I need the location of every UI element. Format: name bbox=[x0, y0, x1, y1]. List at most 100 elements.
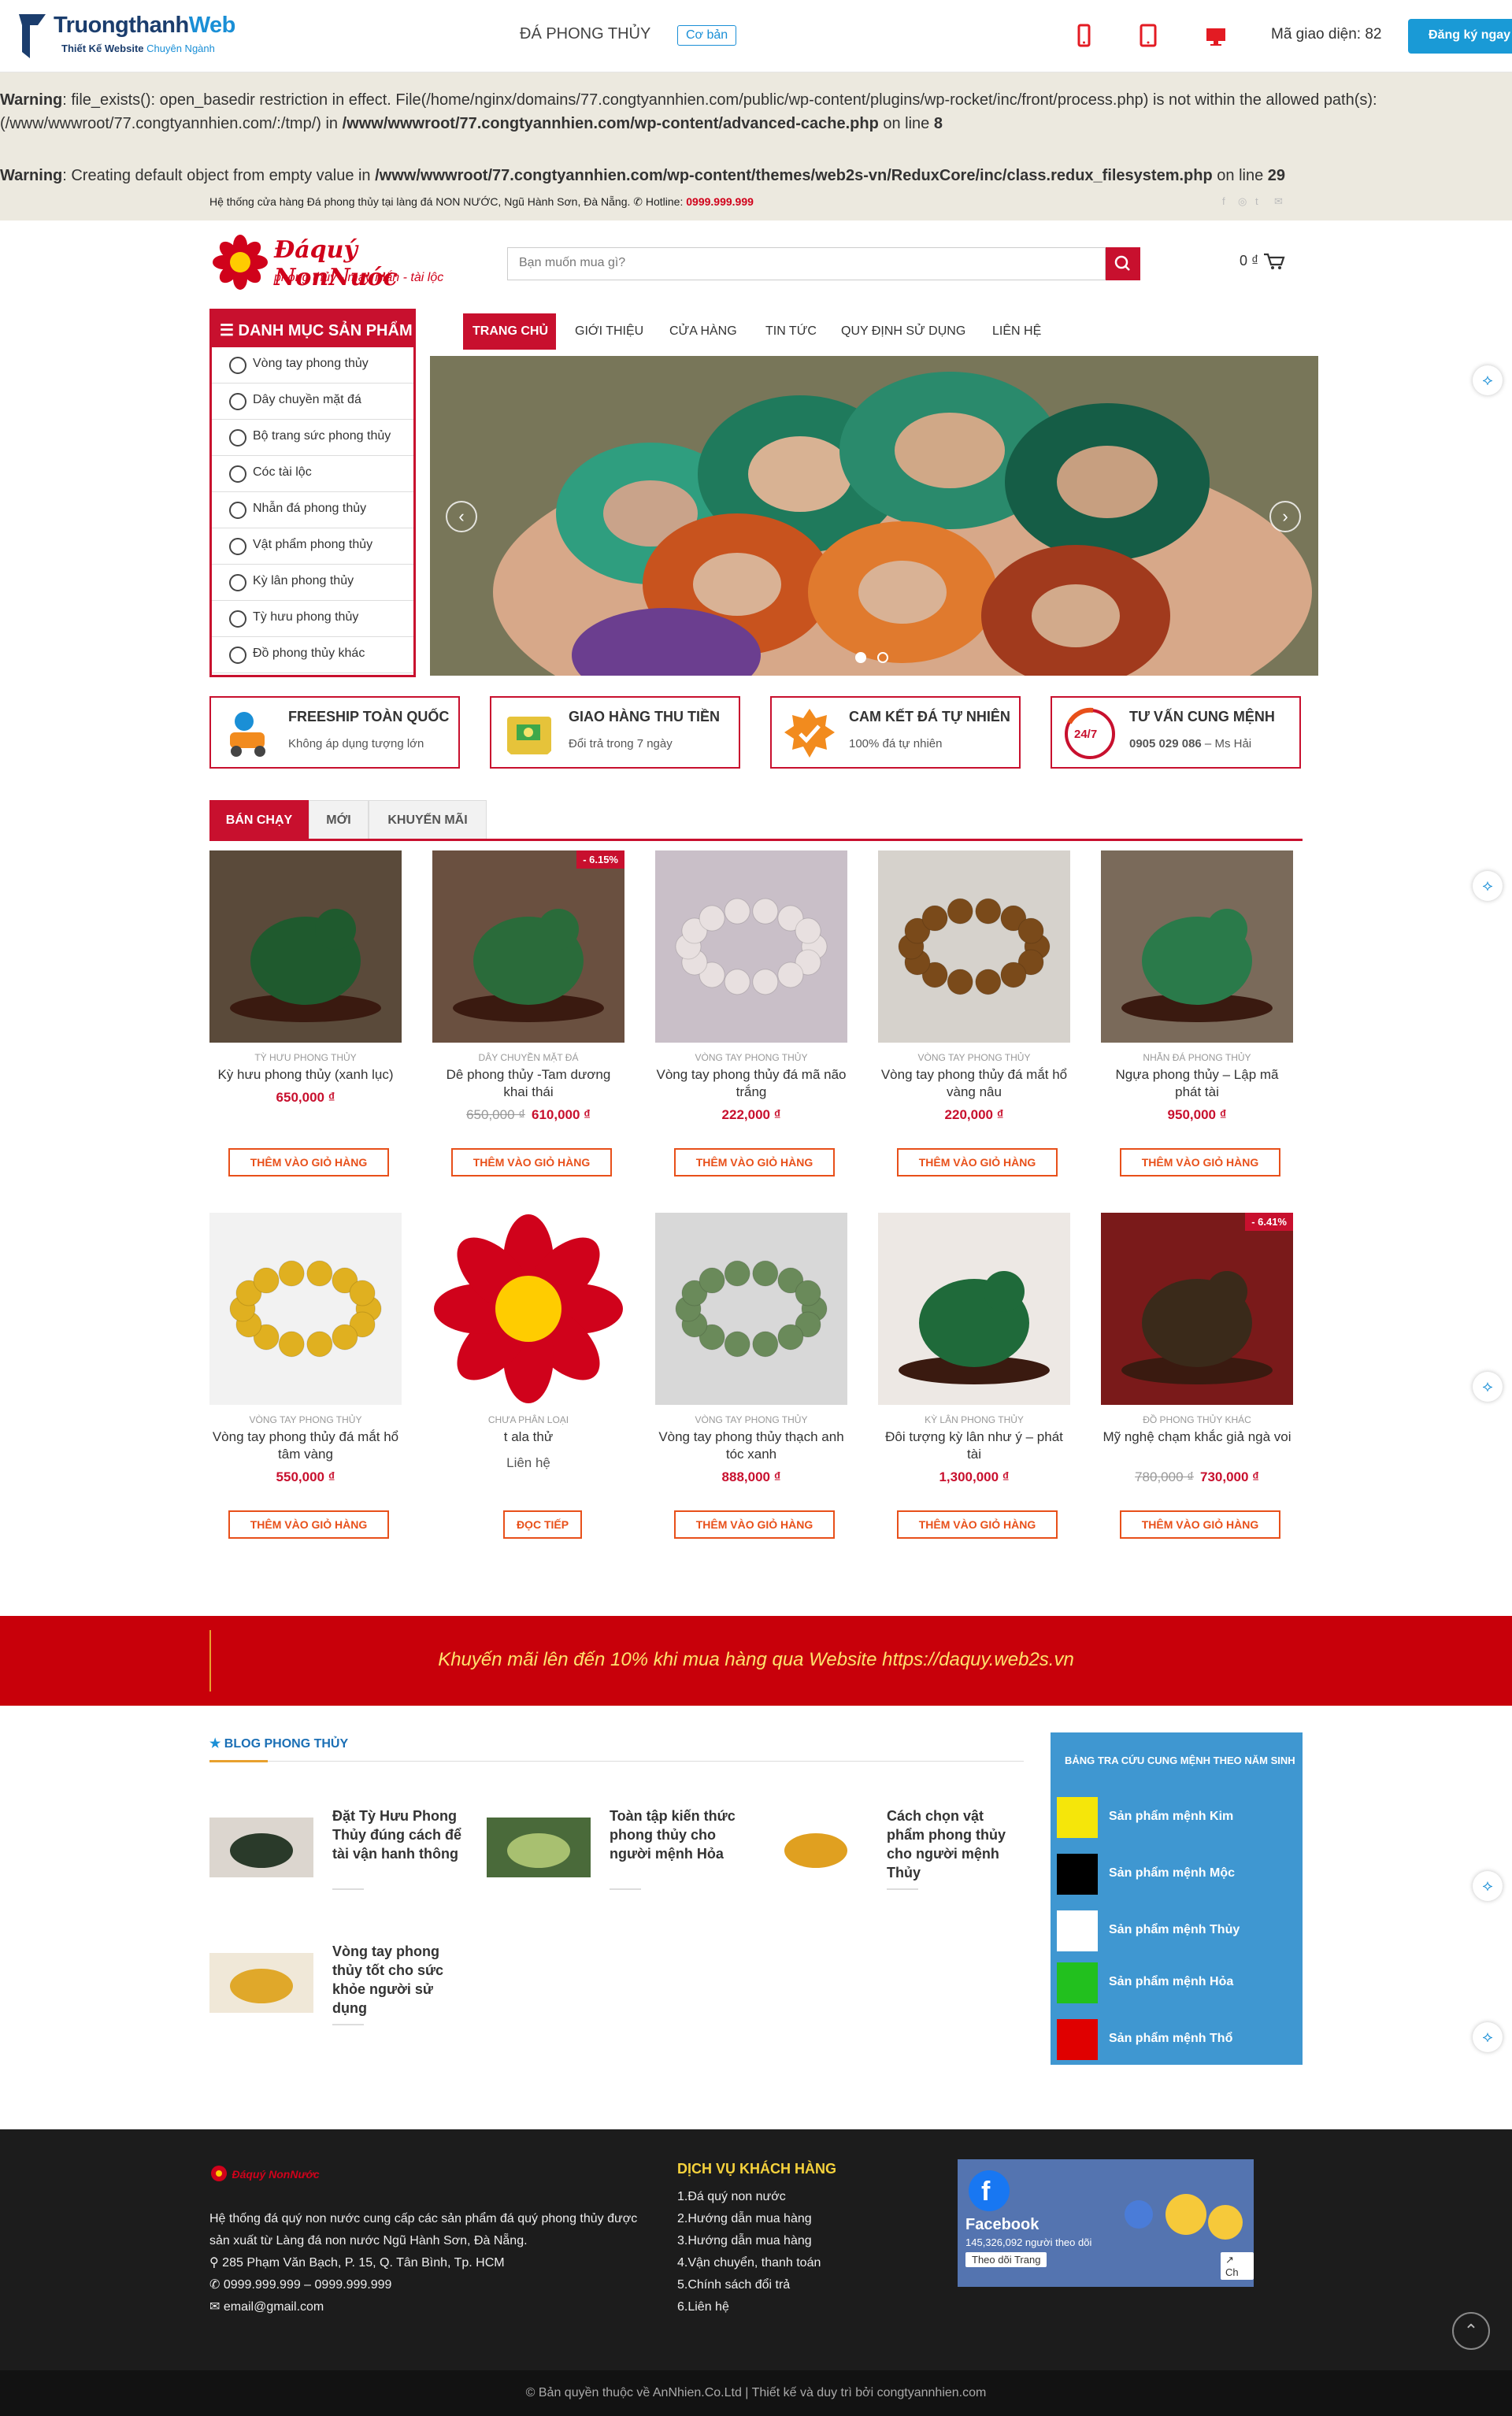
product-category[interactable]: CHƯA PHÂN LOẠI bbox=[432, 1414, 624, 1425]
add-to-cart-button[interactable]: THÊM VÀO GIỎ HÀNG bbox=[897, 1510, 1058, 1539]
blog-post[interactable]: Đặt Tỳ Hưu Phong Thủy đúng cách để tài v… bbox=[209, 1806, 477, 1909]
blog-post-title[interactable]: Đặt Tỳ Hưu Phong Thủy đúng cách để tài v… bbox=[332, 1806, 466, 1863]
product-card[interactable]: KỲ LÂN PHONG THỦY Đôi tượng kỳ lân như ý … bbox=[878, 1213, 1070, 1543]
product-category[interactable]: NHẪN ĐÁ PHONG THỦY bbox=[1101, 1052, 1293, 1063]
search-button[interactable] bbox=[1106, 247, 1140, 280]
nav-terms[interactable]: QUY ĐỊNH SỬ DỤNG bbox=[841, 324, 965, 339]
product-image[interactable] bbox=[1101, 1213, 1293, 1405]
nav-about[interactable]: GIỚI THIỆU bbox=[575, 324, 643, 339]
product-name[interactable]: Dê phong thủy -Tam dương khai thái bbox=[432, 1066, 624, 1101]
menh-row[interactable]: Sản phẩm mệnh Thổ bbox=[1057, 2019, 1293, 2060]
tablet-icon[interactable] bbox=[1137, 24, 1159, 49]
floating-widget-icon[interactable]: ⟡ bbox=[1473, 365, 1503, 395]
floating-widget-icon[interactable]: ⟡ bbox=[1473, 2022, 1503, 2052]
nav-shop[interactable]: CỬA HÀNG bbox=[669, 324, 737, 339]
product-image[interactable] bbox=[655, 1213, 847, 1405]
cart-button[interactable]: 0 ₫ bbox=[1240, 252, 1286, 271]
site-logo[interactable]: Đáquý NonNước phong thủy - may mắn - tài… bbox=[209, 232, 477, 296]
product-name[interactable]: Ngựa phong thủy – Lập mã phát tài bbox=[1101, 1066, 1293, 1101]
hero-slider[interactable]: ‹ › bbox=[430, 356, 1318, 676]
product-name[interactable]: Vòng tay phong thủy đá mắt hổ tâm vàng bbox=[209, 1428, 402, 1463]
email-icon[interactable]: ✉ bbox=[1274, 195, 1283, 208]
blog-thumbnail[interactable] bbox=[487, 1818, 591, 1877]
product-name[interactable]: Đôi tượng kỳ lân như ý – phát tài bbox=[878, 1428, 1070, 1463]
tab-new[interactable]: MỚI bbox=[309, 800, 369, 839]
promo-text[interactable]: Khuyến mãi lên đến 10% khi mua hàng qua … bbox=[0, 1649, 1512, 1671]
footer-link[interactable]: 6.Liên hệ bbox=[677, 2296, 821, 2318]
product-image[interactable] bbox=[209, 850, 402, 1043]
add-to-cart-button[interactable]: THÊM VÀO GIỎ HÀNG bbox=[674, 1148, 835, 1177]
product-card[interactable]: TỲ HƯU PHONG THỦY Kỳ hưu phong thủy (xanh… bbox=[209, 850, 402, 1181]
facebook-follow-button[interactable]: Theo dõi Trang bbox=[965, 2252, 1047, 2267]
product-image[interactable] bbox=[209, 1213, 402, 1405]
category-item[interactable]: Đồ phong thủy khác bbox=[212, 637, 413, 673]
category-item[interactable]: Bộ trang sức phong thủy bbox=[212, 420, 413, 456]
product-image[interactable] bbox=[432, 850, 624, 1043]
add-to-cart-button[interactable]: THÊM VÀO GIỎ HÀNG bbox=[897, 1148, 1058, 1177]
slider-next-button[interactable]: › bbox=[1269, 501, 1301, 532]
product-category[interactable]: KỲ LÂN PHONG THỦY bbox=[878, 1414, 1070, 1425]
product-card[interactable]: - 6.41% ĐỒ PHONG THỦY KHÁC Mỹ nghệ chạm kh… bbox=[1101, 1213, 1293, 1543]
slider-dot-2[interactable] bbox=[877, 652, 888, 663]
product-category[interactable]: ĐỒ PHONG THỦY KHÁC bbox=[1101, 1414, 1293, 1425]
category-item[interactable]: Vòng tay phong thủy bbox=[212, 347, 413, 384]
footer-link[interactable]: 3.Hướng dẫn mua hàng bbox=[677, 2230, 821, 2252]
twitter-icon[interactable]: t bbox=[1255, 195, 1258, 207]
product-card[interactable]: VÒNG TAY PHONG THỦY Vòng tay phong thủy đ… bbox=[655, 850, 847, 1181]
menh-row[interactable]: Sản phẩm mệnh Thủy bbox=[1057, 1910, 1293, 1951]
add-to-cart-button[interactable]: THÊM VÀO GIỎ HÀNG bbox=[451, 1148, 612, 1177]
blog-post[interactable]: Vòng tay phong thủy tốt cho sức khỏe ngư… bbox=[209, 1942, 477, 2044]
product-card[interactable]: VÒNG TAY PHONG THỦY Vòng tay phong thủy t… bbox=[655, 1213, 847, 1543]
blog-post-title[interactable]: Vòng tay phong thủy tốt cho sức khỏe ngư… bbox=[332, 1942, 466, 2018]
blog-post-title[interactable]: Toàn tập kiến thức phong thủy cho người … bbox=[610, 1806, 743, 1863]
tab-best-selling[interactable]: BÁN CHẠY bbox=[209, 800, 309, 839]
product-card[interactable]: VÒNG TAY PHONG THỦY Vòng tay phong thủy đ… bbox=[209, 1213, 402, 1543]
category-item[interactable]: Cóc tài lộc bbox=[212, 456, 413, 492]
product-image[interactable] bbox=[432, 1213, 624, 1405]
floating-widget-icon[interactable]: ⟡ bbox=[1473, 871, 1503, 901]
add-to-cart-button[interactable]: ĐỌC TIẾP bbox=[503, 1510, 582, 1539]
blog-post-title[interactable]: Cách chọn vật phẩm phong thủy cho người … bbox=[887, 1806, 1021, 1882]
add-to-cart-button[interactable]: THÊM VÀO GIỎ HÀNG bbox=[1120, 1148, 1280, 1177]
footer-link[interactable]: 1.Đá quý non nước bbox=[677, 2186, 821, 2208]
truongthanhweb-logo[interactable]: TruongthanhWeb Thiết Kế Website Chuyên N… bbox=[19, 11, 235, 61]
blog-thumbnail[interactable] bbox=[209, 1953, 313, 2013]
product-image[interactable] bbox=[655, 850, 847, 1043]
register-button[interactable]: Đăng ký ngay bbox=[1408, 19, 1512, 54]
slider-dot-1[interactable] bbox=[855, 652, 866, 663]
floating-widget-icon[interactable]: ⟡ bbox=[1473, 1871, 1503, 1901]
blog-thumbnail[interactable] bbox=[764, 1818, 868, 1877]
back-to-top-button[interactable]: ⌃ bbox=[1452, 2312, 1490, 2350]
product-image[interactable] bbox=[1101, 850, 1293, 1043]
nav-contact[interactable]: LIÊN HỆ bbox=[992, 324, 1041, 339]
nav-news[interactable]: TIN TỨC bbox=[765, 324, 817, 339]
menh-row[interactable]: Sản phẩm mệnh Hỏa bbox=[1057, 1962, 1293, 2003]
product-category[interactable]: VÒNG TAY PHONG THỦY bbox=[655, 1414, 847, 1425]
floating-widget-icon[interactable]: ⟡ bbox=[1473, 1372, 1503, 1402]
footer-link[interactable]: 2.Hướng dẫn mua hàng bbox=[677, 2208, 821, 2230]
category-item[interactable]: Vật phẩm phong thủy bbox=[212, 528, 413, 565]
product-image[interactable] bbox=[878, 1213, 1070, 1405]
desktop-icon[interactable] bbox=[1205, 24, 1227, 49]
facebook-icon[interactable]: f bbox=[1222, 195, 1225, 207]
instagram-icon[interactable]: ◎ bbox=[1238, 195, 1247, 208]
facebook-share-button[interactable]: ↗ Ch bbox=[1221, 2252, 1254, 2280]
product-name[interactable]: t ala thử bbox=[432, 1428, 624, 1446]
product-card[interactable]: - 6.15% DÂY CHUYỀN MẶT ĐÁ Dê phong thủy -T… bbox=[432, 850, 624, 1181]
add-to-cart-button[interactable]: THÊM VÀO GIỎ HÀNG bbox=[228, 1148, 389, 1177]
blog-thumbnail[interactable] bbox=[209, 1818, 313, 1877]
footer-link[interactable]: 4.Vận chuyển, thanh toán bbox=[677, 2252, 821, 2274]
menh-row[interactable]: Sản phẩm mệnh Mộc bbox=[1057, 1854, 1293, 1895]
product-category[interactable]: VÒNG TAY PHONG THỦY bbox=[655, 1052, 847, 1063]
category-item[interactable]: Dây chuyền mặt đá bbox=[212, 384, 413, 420]
menh-row[interactable]: Sản phẩm mệnh Kim bbox=[1057, 1797, 1293, 1838]
product-category[interactable]: VÒNG TAY PHONG THỦY bbox=[878, 1052, 1070, 1063]
add-to-cart-button[interactable]: THÊM VÀO GIỎ HÀNG bbox=[228, 1510, 389, 1539]
product-name[interactable]: Vòng tay phong thủy đá mã não trắng bbox=[655, 1066, 847, 1101]
product-category[interactable]: VÒNG TAY PHONG THỦY bbox=[209, 1414, 402, 1425]
product-name[interactable]: Mỹ nghệ chạm khắc giả ngà voi bbox=[1101, 1428, 1293, 1446]
facebook-page-widget[interactable]: f Facebook 145,326,092 người theo dõi Th… bbox=[958, 2159, 1254, 2287]
category-item[interactable]: Nhẫn đá phong thủy bbox=[212, 492, 413, 528]
product-card[interactable]: VÒNG TAY PHONG THỦY Vòng tay phong thủy đ… bbox=[878, 850, 1070, 1181]
tab-promotion[interactable]: KHUYẾN MÃI bbox=[369, 800, 487, 839]
